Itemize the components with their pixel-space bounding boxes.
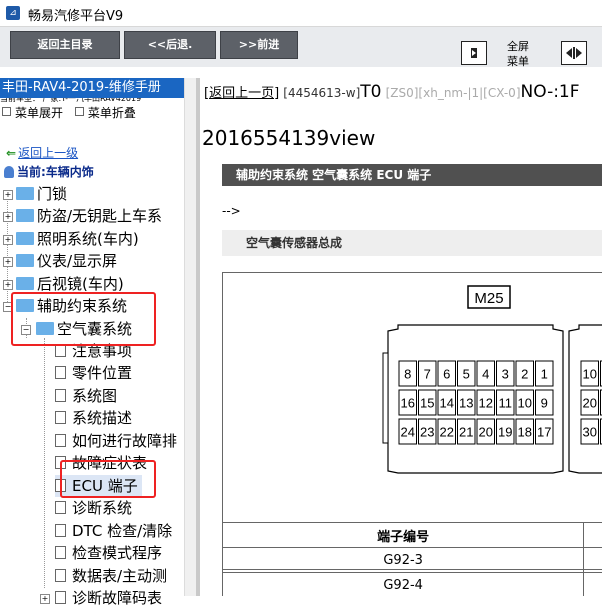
document-icon [55, 366, 66, 379]
tree-item-system-diagram[interactable]: 系统图 [55, 385, 117, 407]
person-icon [4, 166, 14, 178]
connector-pin-label: 6 [443, 367, 450, 382]
current-category: 当前:车辆内饰 [4, 163, 94, 180]
folder-icon [16, 277, 34, 290]
connector-pin-label: 12 [479, 396, 493, 411]
view-id: 2016554139view [202, 126, 375, 150]
tree-item-check-mode[interactable]: 检查模式程序 [55, 542, 162, 564]
content-path-bar: [返回上一页] [4454613-w]T0 [ZS0][xh_nm-|1|[CX… [204, 82, 580, 102]
document-id: [4454613-w] [283, 86, 360, 100]
tree-item-diagnostic-system[interactable]: 诊断系统 [55, 497, 132, 519]
connector-pin-label: 5 [463, 367, 470, 382]
table-header-terminal: 端子编号 [223, 523, 584, 548]
document-icon [55, 434, 66, 447]
folder-icon [16, 209, 34, 222]
connector-pin-label: 13 [459, 396, 473, 411]
connector-pin-label: 14 [440, 396, 454, 411]
tree-item-system-description[interactable]: 系统描述 [55, 407, 132, 429]
connector-pin-label: 23 [420, 425, 434, 440]
connector-pin-label: 16 [401, 396, 415, 411]
section-title: 辅助约束系统 空气囊系统 ECU 端子 [222, 164, 602, 186]
document-icon [55, 569, 66, 582]
connector-label: M25 [474, 290, 503, 307]
highlight-box-srs [11, 292, 156, 346]
highlight-box-ecu-terminals [60, 460, 156, 498]
terminal-table: 端子编号 G92-3 G92-4 [222, 522, 602, 596]
connector-pin-label: 19 [498, 425, 512, 440]
t0-label: T0 [360, 82, 381, 102]
tree-item-data-list[interactable]: 数据表/主动测 [55, 565, 167, 587]
window-title: 畅易汽修平台V9 [28, 5, 123, 24]
back-arrow-icon: ⇐ [6, 146, 16, 160]
document-icon [55, 389, 66, 402]
connector-pin-label: 22 [440, 425, 454, 440]
app-icon: ⊿ [6, 6, 20, 20]
connector-pin-label: 30 [583, 425, 597, 440]
home-button[interactable]: 返回主目录 [10, 31, 120, 59]
subsection-title: 空气囊传感器总成 [222, 230, 602, 256]
grey-codes: [ZS0][xh_nm-|1|[CX-0] [386, 86, 521, 100]
tree-item-troubleshooting[interactable]: 如何进行故障排 [55, 430, 177, 452]
table-header-empty [584, 523, 602, 548]
connector-pin-label: 21 [459, 425, 473, 440]
table-row: G92-3 [223, 548, 602, 573]
connector-pin-label: 15 [420, 396, 434, 411]
window-titlebar: ⊿ 畅易汽修平台V9 [0, 0, 602, 27]
collapse-icon [75, 107, 84, 116]
document-icon [55, 546, 66, 559]
toolbar: 返回主目录 <<后退. >>前进 全屏 菜单 当前车型： 厂家:Y-一汽丰田RA… [0, 27, 602, 67]
toggle-sidebar-icon[interactable] [461, 41, 487, 65]
fullscreen-icon[interactable] [561, 41, 587, 65]
connector-pin-label: 18 [518, 425, 532, 440]
tree-item-dtc-check[interactable]: DTC 检查/清除 [55, 520, 172, 542]
connector-pin-label: 10 [518, 396, 532, 411]
menu-collapse-button[interactable]: 菜单折叠 [88, 106, 136, 120]
back-page-link[interactable]: [返回上一页] [204, 86, 279, 101]
fullscreen-menu-label[interactable]: 全屏 菜单 [507, 39, 529, 69]
menu-expand-collapse-bar: 菜单展开 菜单折叠 [0, 104, 136, 121]
tree-item-parts-location[interactable]: 零件位置 [55, 362, 132, 384]
connector-pin-label: 8 [404, 367, 411, 382]
folder-icon [16, 254, 34, 267]
connector-pin-label: 17 [537, 425, 551, 440]
connector-pin-label: 7 [424, 367, 431, 382]
connector-pin-label: 2 [521, 367, 528, 382]
document-icon [55, 411, 66, 424]
content-pane: [返回上一页] [4454613-w]T0 [ZS0][xh_nm-|1|[CX… [200, 78, 602, 596]
connector-pin-label: 20 [583, 396, 597, 411]
table-row: G92-4 [223, 573, 602, 597]
connector-pin-label: 11 [499, 396, 513, 411]
back-button[interactable]: <<后退. [124, 31, 216, 59]
connector-pin-label: 9 [541, 396, 548, 411]
folder-icon [16, 232, 34, 245]
connector-pin-label: 24 [401, 425, 415, 440]
forward-button[interactable]: >>前进 [220, 31, 298, 59]
connector-pin-label: 3 [502, 367, 509, 382]
menu-expand-button[interactable]: 菜单展开 [15, 106, 63, 120]
back-up-level-link[interactable]: ⇐返回上一级 [6, 144, 78, 161]
folder-icon [16, 187, 34, 200]
connector-pin-label: 10 [583, 367, 597, 382]
no-label: NO-:1F [521, 82, 580, 102]
connector-pin-label: 20 [479, 425, 493, 440]
manual-title-bar[interactable]: 丰田-RAV4-2019-维修手册 [0, 78, 184, 98]
document-icon [55, 591, 66, 604]
expand-icon [2, 107, 11, 116]
arrow-text: --> [222, 204, 241, 218]
document-icon [55, 524, 66, 537]
connector-pin-label: 1 [541, 367, 548, 382]
document-icon [55, 501, 66, 514]
connector-pin-label: 4 [482, 367, 489, 382]
